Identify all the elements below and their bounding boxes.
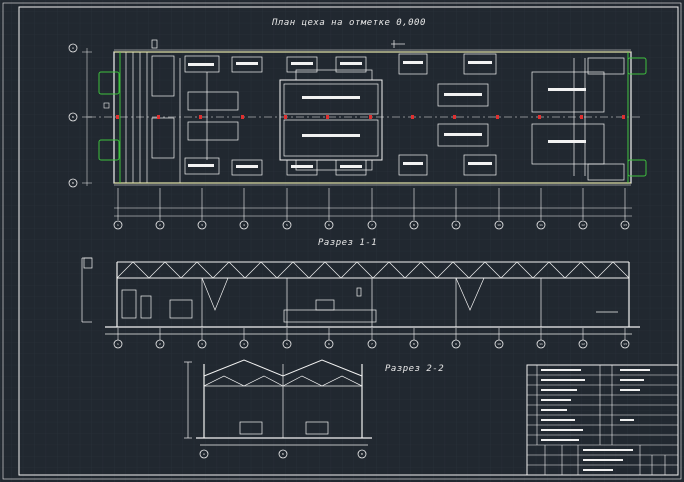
svg-text:5: 5 <box>286 342 288 346</box>
svg-text:1: 1 <box>117 223 119 227</box>
svg-text:12: 12 <box>581 223 585 227</box>
svg-text:11: 11 <box>539 223 543 227</box>
svg-text:3: 3 <box>201 342 203 346</box>
svg-text:11: 11 <box>539 342 543 346</box>
svg-text:В: В <box>361 452 363 456</box>
section-1-1-title: Разрез 1-1 <box>318 238 378 248</box>
svg-text:4: 4 <box>243 342 245 346</box>
svg-text:5: 5 <box>286 223 288 227</box>
svg-text:12: 12 <box>581 342 585 346</box>
svg-text:2: 2 <box>159 223 161 227</box>
svg-text:9: 9 <box>455 223 457 227</box>
svg-text:4: 4 <box>243 223 245 227</box>
svg-text:1: 1 <box>117 342 119 346</box>
svg-text:13: 13 <box>623 342 627 346</box>
svg-text:7: 7 <box>371 342 373 346</box>
section-2-2-title: Разрез 2-2 <box>385 364 445 374</box>
svg-text:10: 10 <box>497 223 501 227</box>
svg-text:7: 7 <box>371 223 373 227</box>
svg-text:6: 6 <box>328 223 330 227</box>
svg-text:10: 10 <box>497 342 501 346</box>
svg-text:8: 8 <box>413 342 415 346</box>
plan-title: План цеха на отметке 0,000 <box>272 18 426 28</box>
svg-text:2: 2 <box>159 342 161 346</box>
svg-text:В: В <box>72 181 74 185</box>
svg-text:13: 13 <box>623 223 627 227</box>
svg-text:Б: Б <box>72 115 74 119</box>
svg-text:Б: Б <box>282 452 284 456</box>
svg-text:8: 8 <box>413 223 415 227</box>
svg-text:3: 3 <box>201 223 203 227</box>
svg-text:6: 6 <box>328 342 330 346</box>
svg-text:9: 9 <box>455 342 457 346</box>
